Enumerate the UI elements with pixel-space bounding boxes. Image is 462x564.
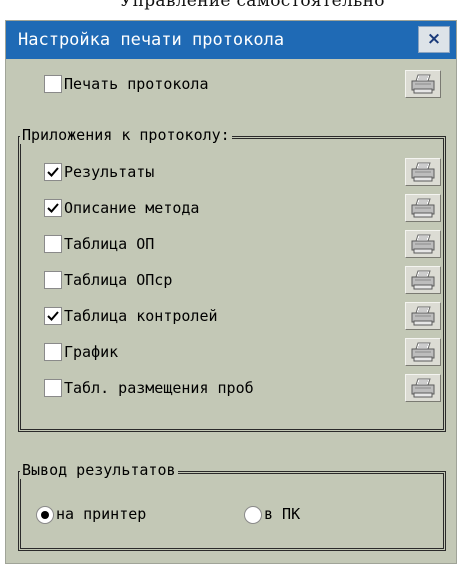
attachment-row: Результаты — [6, 158, 456, 186]
print-settings-dialog: Настройка печати протокола × Печать прот… — [5, 20, 457, 564]
printer-icon — [411, 342, 435, 362]
page-header-fragment: Управление самостоятельно — [0, 0, 462, 20]
checkmark-icon — [47, 203, 59, 213]
attachment-print-button[interactable] — [405, 230, 441, 258]
printer-icon — [411, 198, 435, 218]
attachment-row: Табл. размещения проб — [6, 374, 456, 402]
attachment-print-button[interactable] — [405, 194, 441, 222]
attachment-print-button[interactable] — [405, 302, 441, 330]
printer-icon — [411, 162, 435, 182]
attachment-checkbox[interactable] — [44, 199, 62, 217]
attachment-checkbox[interactable] — [44, 235, 62, 253]
attachment-label: График — [64, 343, 119, 361]
attachment-label: Результаты — [64, 163, 155, 181]
radio-pc[interactable] — [244, 506, 262, 524]
attachment-row: Таблица ОП — [6, 230, 456, 258]
close-icon: × — [426, 29, 442, 49]
checkmark-icon — [47, 311, 59, 321]
attachment-print-button[interactable] — [405, 266, 441, 294]
close-button[interactable]: × — [418, 26, 450, 53]
print-protocol-checkbox[interactable] — [44, 75, 62, 93]
attachment-print-button[interactable] — [405, 374, 441, 402]
attachment-checkbox[interactable] — [44, 163, 62, 181]
attachment-label: Таблица ОПср — [64, 271, 173, 289]
radio-printer[interactable] — [36, 506, 54, 524]
print-protocol-label: Печать протокола — [64, 75, 209, 93]
printer-icon — [411, 270, 435, 290]
printer-icon — [411, 306, 435, 326]
attachment-checkbox[interactable] — [44, 307, 62, 325]
attachment-label: Таблица ОП — [64, 235, 155, 253]
attachment-row: График — [6, 338, 456, 366]
attachment-print-button[interactable] — [405, 338, 441, 366]
page-top-text: Управление самостоятельно — [120, 0, 385, 11]
attachment-checkbox[interactable] — [44, 379, 62, 397]
printer-icon — [411, 234, 435, 254]
titlebar: Настройка печати протокола × — [6, 21, 456, 59]
attachment-print-button[interactable] — [405, 158, 441, 186]
radio-selected-dot — [41, 511, 49, 519]
attachment-checkbox[interactable] — [44, 271, 62, 289]
print-protocol-print-button[interactable] — [405, 70, 441, 98]
checkmark-icon — [47, 167, 59, 177]
attachment-row: Таблица контролей — [6, 302, 456, 330]
attachment-label: Таблица контролей — [64, 307, 218, 325]
printer-icon — [411, 74, 435, 94]
attachment-label: Табл. размещения проб — [64, 379, 254, 397]
printer-icon — [411, 378, 435, 398]
attachment-label: Описание метода — [64, 199, 200, 217]
output-group-title: Вывод результатов — [20, 461, 178, 479]
attachment-row: Таблица ОПср — [6, 266, 456, 294]
print-protocol-row: Печать протокола — [6, 70, 456, 98]
radio-pc-label: в ПК — [264, 505, 301, 523]
dialog-title: Настройка печати протокола — [18, 30, 285, 50]
attachment-row: Описание метода — [6, 194, 456, 222]
radio-printer-label: на принтер — [56, 505, 147, 523]
attachment-checkbox[interactable] — [44, 343, 62, 361]
attachments-group-title: Приложения к протоколу: — [20, 126, 232, 144]
